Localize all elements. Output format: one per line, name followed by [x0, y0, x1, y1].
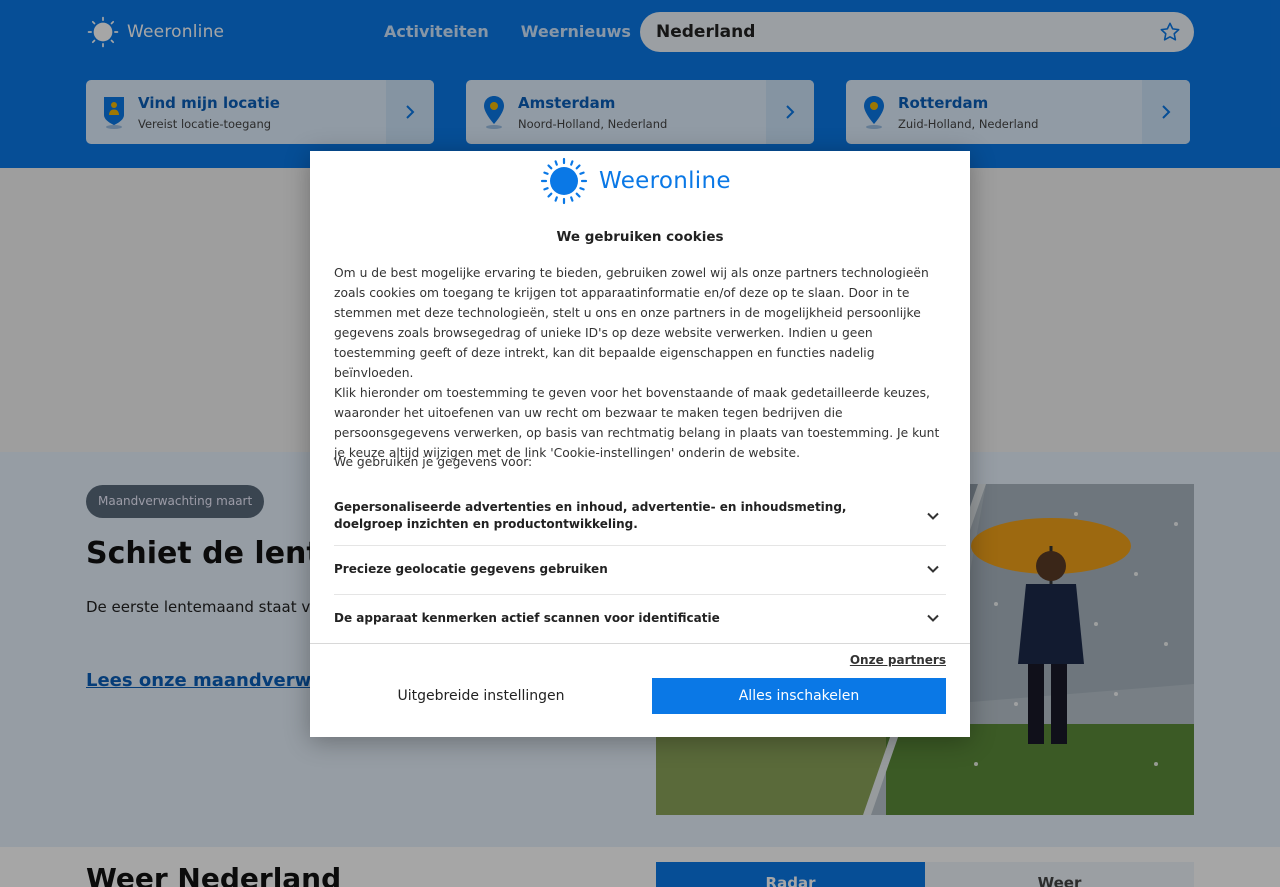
- purpose-device-scan[interactable]: De apparaat kenmerken actief scannen voo…: [334, 595, 946, 643]
- purpose-personalised-ads[interactable]: Gepersonaliseerde advertenties en inhoud…: [334, 495, 946, 546]
- purpose-label: Gepersonaliseerde advertenties en inhoud…: [334, 500, 847, 531]
- purpose-label: De apparaat kenmerken actief scannen voo…: [334, 611, 720, 625]
- chevron-down-icon: [927, 614, 939, 622]
- purpose-geolocation[interactable]: Precieze geolocatie gegevens gebruiken: [334, 546, 946, 595]
- consent-paragraph-2: Klik hieronder om toestemming te geven v…: [334, 386, 940, 460]
- modal-footer: Onze partners Uitgebreide instellingen A…: [310, 643, 970, 737]
- cookie-consent-dialog: Weeronline We gebruiken cookies Om u de …: [310, 151, 970, 737]
- chevron-down-icon: [927, 512, 939, 520]
- chevron-down-icon: [927, 565, 939, 573]
- purpose-label: Precieze geolocatie gegevens gebruiken: [334, 562, 608, 576]
- advanced-settings-button[interactable]: Uitgebreide instellingen: [334, 678, 628, 714]
- modal-description: Om u de best mogelijke ervaring te biede…: [334, 263, 946, 463]
- modal-logo-text: Weeronline: [599, 168, 731, 194]
- uses-label: We gebruiken je gegevens voor:: [334, 455, 533, 469]
- modal-logo: Weeronline: [540, 157, 731, 205]
- consent-paragraph-1: Om u de best mogelijke ervaring te biede…: [334, 266, 929, 380]
- accept-all-button[interactable]: Alles inschakelen: [652, 678, 946, 714]
- modal-title: We gebruiken cookies: [556, 229, 724, 245]
- partners-link[interactable]: Onze partners: [850, 653, 946, 667]
- sun-logo-icon: [540, 157, 588, 205]
